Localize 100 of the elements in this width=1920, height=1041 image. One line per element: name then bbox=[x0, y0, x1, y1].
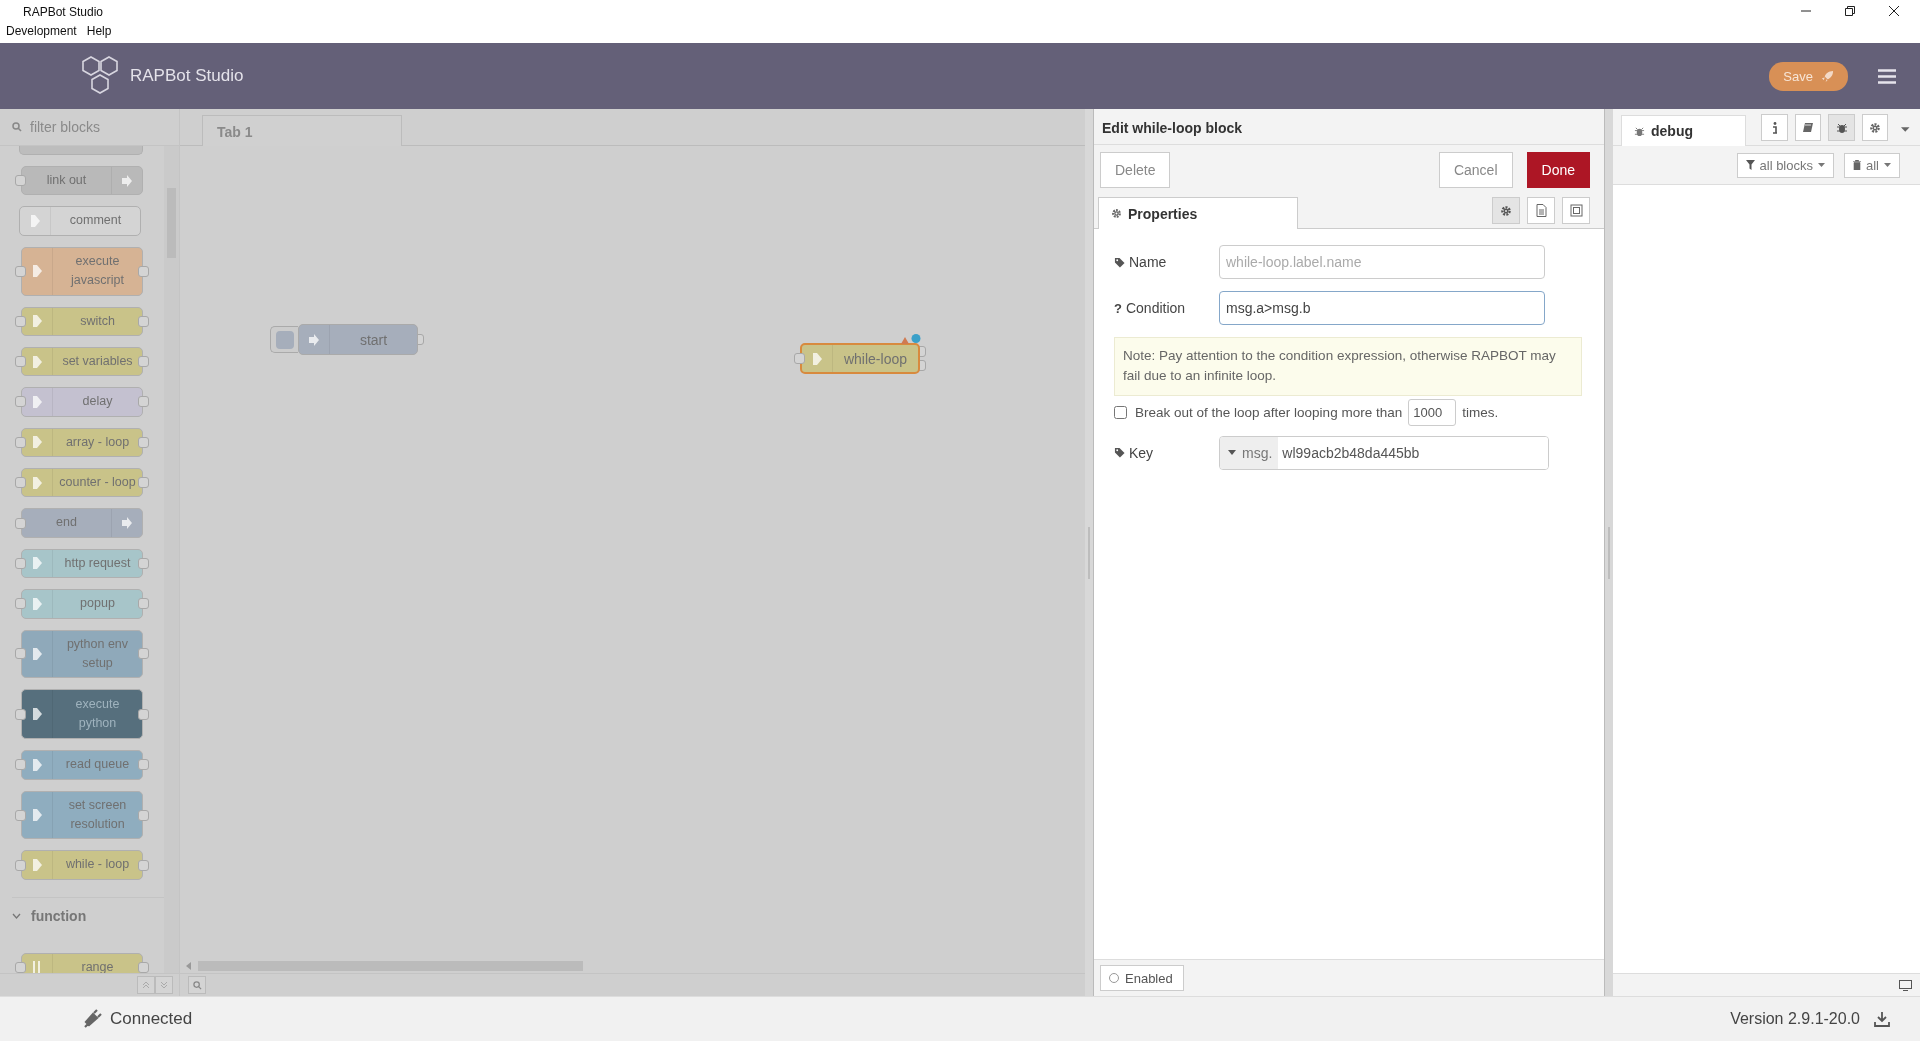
cancel-button[interactable]: Cancel bbox=[1438, 152, 1513, 188]
output-port bbox=[138, 859, 149, 871]
monitor-icon[interactable] bbox=[1899, 979, 1912, 991]
menu-icon[interactable] bbox=[1878, 68, 1896, 84]
output-port bbox=[138, 809, 149, 821]
rocket-icon bbox=[1821, 69, 1834, 83]
plug-icon bbox=[82, 1009, 102, 1029]
output-port bbox=[138, 396, 149, 408]
delete-button[interactable]: Delete bbox=[1100, 152, 1171, 188]
block-icon bbox=[31, 435, 43, 450]
output-port bbox=[138, 759, 149, 771]
tray-title: Edit while-loop block bbox=[1094, 109, 1604, 145]
checkbox-label: Break out of the loop after looping more than bbox=[1135, 405, 1403, 420]
help-icon: ? bbox=[1114, 300, 1122, 316]
palette-block[interactable]: switch bbox=[21, 306, 143, 336]
block-icon bbox=[811, 351, 823, 366]
restore-icon[interactable] bbox=[1844, 5, 1856, 17]
output-port bbox=[138, 598, 149, 610]
arrow-icon bbox=[308, 332, 320, 347]
settings-button[interactable] bbox=[1861, 114, 1889, 141]
output-port bbox=[138, 356, 149, 368]
type-dropdown[interactable]: msg. bbox=[1220, 436, 1279, 469]
trash-icon bbox=[1853, 160, 1861, 170]
tag-icon bbox=[1114, 447, 1125, 458]
output-port bbox=[138, 961, 149, 973]
filter-icon bbox=[1745, 160, 1755, 170]
block-icon bbox=[31, 960, 43, 973]
menu-item[interactable]: Development bbox=[6, 24, 77, 38]
palette-block[interactable]: python env setup bbox=[21, 629, 143, 679]
output-port bbox=[138, 708, 149, 720]
caret-icon[interactable] bbox=[1901, 127, 1910, 132]
note-text: Note: Pay attention to the condition expression, otherwise RAPBOT may fail due to an infinite loop. bbox=[1114, 337, 1582, 396]
properties-tab[interactable]: Properties bbox=[1098, 197, 1298, 229]
block-icon bbox=[29, 214, 41, 229]
info-icon bbox=[1771, 121, 1778, 134]
block-icon bbox=[31, 707, 43, 722]
appearance-button[interactable] bbox=[1562, 197, 1590, 224]
output-port bbox=[138, 648, 149, 660]
chevron-down-icon bbox=[160, 981, 168, 989]
checkbox[interactable] bbox=[1114, 406, 1127, 419]
palette-block[interactable]: set screen resolution bbox=[21, 790, 143, 840]
palette-block[interactable]: http request bbox=[21, 548, 143, 579]
typed-input-field[interactable]: msg. wl99acb2b48da445bb bbox=[1219, 435, 1549, 470]
debug-tab[interactable]: debug bbox=[1621, 115, 1747, 146]
enabled-toggle[interactable]: Enabled bbox=[1100, 965, 1184, 991]
output-port bbox=[138, 436, 149, 448]
field-label: Name bbox=[1129, 254, 1167, 270]
document-icon bbox=[1535, 204, 1547, 217]
input-field[interactable]: 1000 bbox=[1408, 399, 1457, 426]
search-icon bbox=[12, 122, 22, 132]
palette-block[interactable]: range bbox=[21, 952, 143, 973]
flow-block[interactable]: start bbox=[298, 324, 418, 355]
menu-item[interactable]: Help bbox=[86, 24, 112, 38]
debug-button[interactable] bbox=[1828, 114, 1855, 141]
book-icon bbox=[1802, 121, 1815, 134]
close-icon[interactable] bbox=[1888, 5, 1900, 17]
arrow-icon bbox=[121, 173, 133, 188]
palette-block[interactable]: while - loop bbox=[21, 850, 143, 880]
palette-block[interactable]: set variables bbox=[21, 346, 143, 377]
palette-block[interactable]: link out bbox=[21, 166, 143, 196]
caret-icon bbox=[1884, 163, 1891, 167]
tag-icon bbox=[1114, 256, 1125, 268]
settings-icon bbox=[1500, 204, 1512, 217]
block-icon bbox=[31, 394, 43, 409]
block-icon bbox=[31, 757, 43, 772]
workspace-tab[interactable]: Tab 1 bbox=[202, 115, 402, 146]
palette-block[interactable]: counter - loop bbox=[21, 468, 143, 498]
done-button[interactable]: Done bbox=[1526, 152, 1590, 188]
palette-block[interactable]: execute python bbox=[21, 689, 143, 740]
flow-block[interactable]: while-loop bbox=[800, 343, 920, 374]
settings-button[interactable] bbox=[1492, 197, 1520, 224]
palette-block[interactable]: comment bbox=[19, 206, 141, 236]
filter-field[interactable]: filter blocks bbox=[28, 118, 172, 136]
info-button[interactable] bbox=[1761, 114, 1788, 141]
bug-icon bbox=[1634, 125, 1645, 137]
save-button[interactable]: Save bbox=[1769, 61, 1848, 91]
chevron-up-icon bbox=[142, 981, 150, 989]
palette-block[interactable]: popup bbox=[21, 589, 143, 619]
field-label: Key bbox=[1129, 444, 1154, 461]
input-field[interactable]: while-loop.label.name bbox=[1219, 245, 1545, 279]
input-field[interactable]: msg.a>msg.b bbox=[1219, 291, 1545, 325]
book-button[interactable] bbox=[1794, 114, 1822, 141]
palette-block[interactable]: end bbox=[21, 508, 143, 538]
palette-block[interactable]: delay bbox=[21, 387, 143, 417]
arrow-icon bbox=[121, 516, 133, 531]
window-title: RAPBot Studio bbox=[22, 4, 105, 19]
output-port bbox=[138, 265, 149, 277]
filter-dropdown[interactable]: all blocks bbox=[1736, 152, 1834, 178]
download-icon[interactable] bbox=[1874, 1011, 1890, 1027]
version-text: Version 2.9.1-20.0 bbox=[1730, 1010, 1860, 1028]
block-icon bbox=[31, 354, 43, 369]
palette-block[interactable]: array - loop bbox=[21, 427, 143, 457]
field-label: Condition bbox=[1125, 300, 1186, 316]
block-icon bbox=[31, 808, 43, 822]
palette-block[interactable]: execute javascript bbox=[21, 246, 143, 296]
frame-icon bbox=[1569, 204, 1583, 217]
bug-icon bbox=[1835, 121, 1848, 134]
palette-block[interactable]: read queue bbox=[21, 750, 143, 780]
caret-icon bbox=[1228, 450, 1236, 455]
clear-dropdown[interactable]: all bbox=[1844, 152, 1900, 178]
